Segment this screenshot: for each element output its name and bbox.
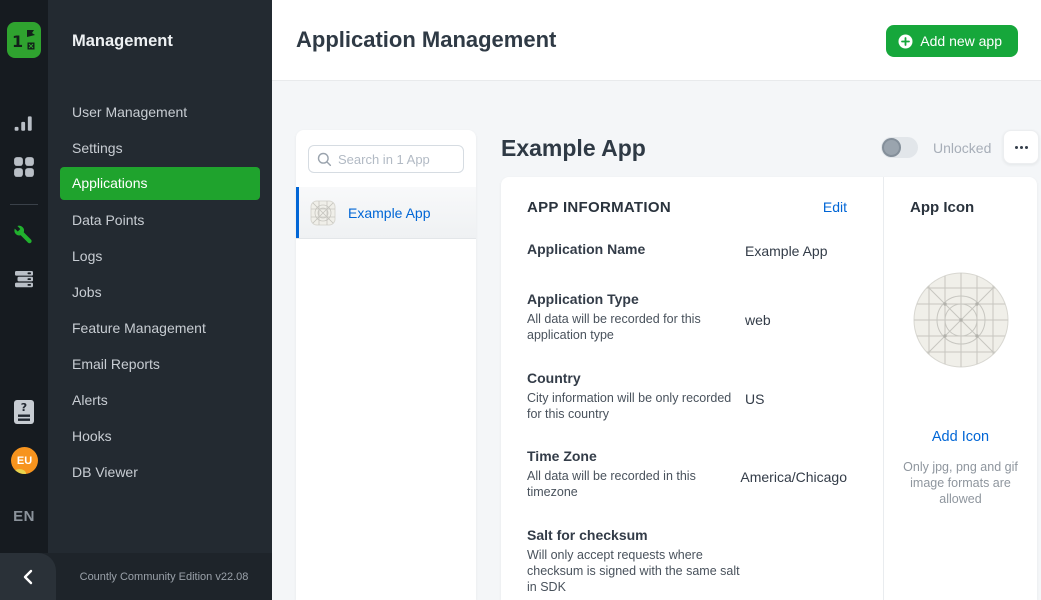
- app-icon-title: App Icon: [896, 199, 1025, 216]
- grid-icon[interactable]: [13, 156, 35, 178]
- avatar-accent: [13, 469, 26, 474]
- field-label: Application Name: [527, 241, 745, 257]
- sidebar-item-email-reports[interactable]: Email Reports: [48, 346, 272, 382]
- management-menu-panel: Management User Management Settings Appl…: [48, 0, 272, 600]
- more-options-button[interactable]: [1003, 130, 1039, 164]
- bar-chart-icon[interactable]: [13, 112, 35, 134]
- selected-indicator: [296, 187, 299, 238]
- help-icon[interactable]: ?: [13, 399, 35, 425]
- field-description: All data will be recorded for this appli…: [527, 311, 745, 344]
- field-value: web: [745, 291, 847, 344]
- app-search: [308, 145, 464, 173]
- app-list-item-example-app[interactable]: Example App: [296, 187, 476, 239]
- plus-icon: [898, 34, 913, 49]
- app-name-label: Example App: [348, 205, 431, 221]
- sidebar-item-settings[interactable]: Settings: [48, 130, 272, 166]
- sidebar-item-data-points[interactable]: Data Points: [48, 202, 272, 238]
- svg-text:?: ?: [21, 401, 27, 414]
- sidebar-item-applications[interactable]: Applications: [60, 167, 260, 200]
- page-title: Application Management: [296, 27, 556, 53]
- page-header: Application Management Add new app: [272, 0, 1041, 81]
- icon-format-note: Only jpg, png and gif image formats are …: [898, 459, 1024, 507]
- avatar-initials: EU: [17, 455, 32, 467]
- add-new-app-label: Add new app: [920, 33, 1002, 49]
- field-label: Country: [527, 370, 745, 386]
- sidebar-collapse-button[interactable]: [0, 553, 56, 600]
- user-avatar[interactable]: EU: [11, 447, 38, 474]
- field-value: Example App: [745, 241, 847, 259]
- field-value: US: [745, 370, 847, 423]
- sidebar-item-feature-management[interactable]: Feature Management: [48, 310, 272, 346]
- field-value: [745, 527, 847, 596]
- app-icon-placeholder: [913, 272, 1009, 368]
- sidebar-item-db-viewer[interactable]: DB Viewer: [48, 454, 272, 490]
- edit-button[interactable]: Edit: [823, 199, 847, 215]
- add-new-app-button[interactable]: Add new app: [886, 25, 1018, 57]
- menu-title: Management: [48, 0, 272, 51]
- field-salt-for-checksum: Salt for checksum Will only accept reque…: [527, 527, 847, 596]
- lock-toggle[interactable]: [881, 137, 918, 158]
- app-list-panel: Example App: [296, 130, 476, 600]
- add-icon-button[interactable]: Add Icon: [896, 429, 1025, 445]
- sidebar-footer: Countly Community Edition v22.08: [0, 553, 272, 600]
- sidebar-rail: 1 ? EU EN: [0, 0, 48, 600]
- field-application-type: Application Type All data will be record…: [527, 291, 847, 344]
- section-title: APP INFORMATION: [527, 199, 671, 216]
- sidebar-item-user-management[interactable]: User Management: [48, 94, 272, 130]
- field-description: City information will be only recorded f…: [527, 390, 745, 423]
- field-application-name: Application Name Example App: [527, 241, 847, 259]
- field-label: Time Zone: [527, 448, 740, 464]
- search-icon: [317, 152, 332, 167]
- lock-state-label: Unlocked: [933, 140, 991, 156]
- sidebar-item-hooks[interactable]: Hooks: [48, 418, 272, 454]
- app-placeholder-icon: [310, 200, 336, 226]
- field-label: Application Type: [527, 291, 745, 307]
- svg-text:1: 1: [12, 32, 23, 51]
- field-label: Salt for checksum: [527, 527, 745, 543]
- content-area: Example App Example App Unlocked APP INF…: [272, 81, 1041, 600]
- server-icon[interactable]: [13, 268, 35, 290]
- field-description: Will only accept requests where checksum…: [527, 547, 745, 596]
- field-value: America/Chicago: [740, 448, 847, 501]
- collapse-chevron-icon: [21, 569, 35, 585]
- wrench-icon[interactable]: [13, 224, 35, 246]
- app-icon-panel: App Icon Add Icon Only jpg, png and gif …: [883, 177, 1037, 600]
- ellipsis-icon: [1015, 146, 1018, 149]
- sidebar-item-logs[interactable]: Logs: [48, 238, 272, 274]
- language-selector[interactable]: EN: [0, 508, 48, 525]
- app-detail-title: Example App: [501, 135, 646, 162]
- sidebar-item-jobs[interactable]: Jobs: [48, 274, 272, 310]
- info-fields: Application Name Example App Application…: [527, 241, 847, 595]
- toggle-knob: [882, 138, 901, 157]
- rail-divider: [10, 204, 38, 205]
- field-description: All data will be recorded in this timezo…: [527, 468, 740, 501]
- edition-version-label: Countly Community Edition v22.08: [56, 553, 272, 600]
- app-information-card: APP INFORMATION Edit Application Name Ex…: [501, 177, 1037, 600]
- field-time-zone: Time Zone All data will be recorded in t…: [527, 448, 847, 501]
- menu-list: User Management Settings Applications Da…: [48, 94, 272, 490]
- field-country: Country City information will be only re…: [527, 370, 847, 423]
- countly-logo-icon[interactable]: 1: [7, 22, 41, 58]
- sidebar-item-alerts[interactable]: Alerts: [48, 382, 272, 418]
- app-information-section: APP INFORMATION Edit Application Name Ex…: [501, 177, 883, 600]
